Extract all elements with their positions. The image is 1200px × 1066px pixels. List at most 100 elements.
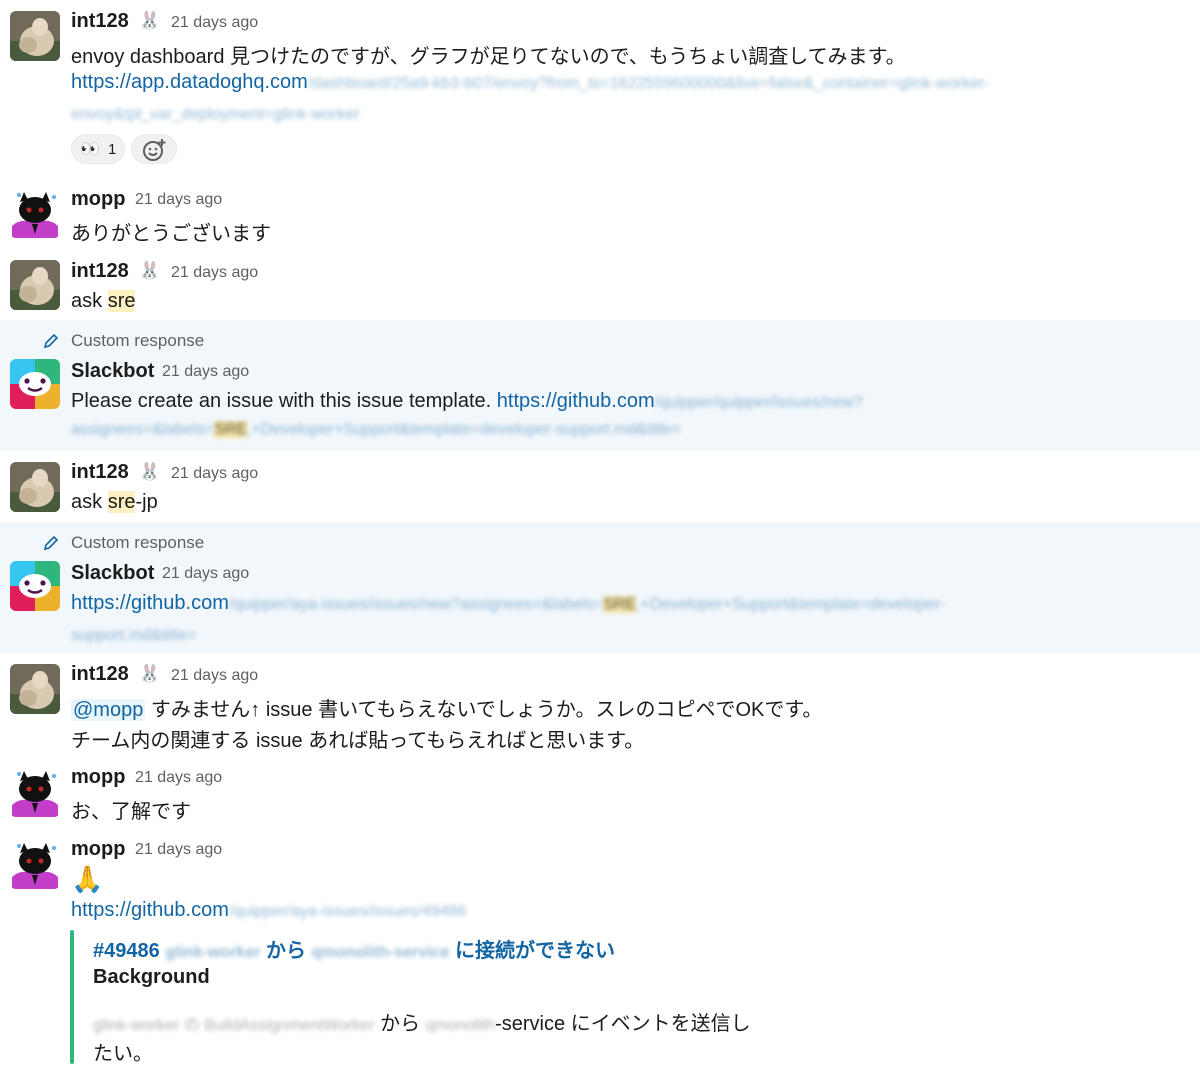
unfurl-body-line2: たい。: [93, 1043, 153, 1065]
timestamp[interactable]: 21 days ago: [171, 667, 258, 685]
message-link-cont[interactable]: envoy&tpl_var_deployment=glink-worker: [71, 102, 360, 125]
custom-response-label: Custom response: [71, 533, 205, 552]
author-name[interactable]: int128: [71, 10, 129, 33]
message-link-cont[interactable]: support.md&title=: [71, 623, 196, 646]
text-line1: すみません↑ issue 書いてもらえないでしょうか。スレのコピペでOKです。: [145, 699, 823, 721]
timestamp[interactable]: 21 days ago: [162, 565, 249, 583]
message-text: envoy dashboard 見つけたのですが、グラフが足りてないので、もうち…: [71, 46, 906, 68]
message-mopp-3: mopp 21 days ago 🙏 https://github.com/qu…: [0, 829, 1200, 1065]
avatar-mopp[interactable]: [10, 188, 60, 238]
message-slackbot-1: Custom response Slackbot 21 days ago Ple…: [0, 320, 1200, 451]
pencil-icon: [43, 333, 59, 349]
eyes-icon: 👀: [80, 141, 100, 158]
message-text: ありがとうございます: [71, 223, 271, 245]
body-blurred-1: glink-worker の BuildAssignmentWorker: [93, 1017, 375, 1034]
message-mopp-1: mopp 21 days ago ありがとうございます: [0, 180, 1200, 250]
author-name[interactable]: mopp: [71, 188, 125, 211]
body-mid: から: [374, 1013, 426, 1035]
message-link[interactable]: https://app.datadoghq.com/dashboard/25a9…: [71, 71, 990, 94]
author-name[interactable]: int128: [71, 461, 129, 484]
message-text: @mopp すみません↑ issue 書いてもらえないでしょうか。スレのコピペで…: [71, 693, 822, 722]
add-reaction-button[interactable]: [131, 134, 177, 164]
keyword-highlight: SRE: [214, 421, 248, 438]
message-text: お、了解です: [71, 801, 191, 823]
message-link[interactable]: https://github.com/quipper/aya-issues/is…: [71, 592, 945, 615]
link-blurred-b[interactable]: ,+Developer+Support&template=developer-: [636, 596, 945, 613]
title-blurred-2[interactable]: qmonolith-service: [312, 944, 450, 961]
author-name[interactable]: int128: [71, 663, 129, 686]
title-blurred-1[interactable]: glink-worker: [165, 944, 260, 961]
timestamp[interactable]: 21 days ago: [162, 363, 249, 381]
link-blurred[interactable]: /quipper/quipper/issues/new?: [655, 394, 863, 411]
timestamp[interactable]: 21 days ago: [171, 264, 258, 282]
unfurl-title[interactable]: #49486 glink-worker から qmonolith-service…: [93, 934, 615, 963]
link-blurred-2[interactable]: support.md&title=: [71, 627, 196, 644]
avatar-slackbot[interactable]: [10, 359, 60, 409]
link-blurred[interactable]: /dashboard/25a9-kb3-b07/envoy?from_ts=16…: [308, 75, 990, 92]
author-name[interactable]: int128: [71, 260, 129, 283]
link-blurred[interactable]: /quipper/aya-issues/issues/new?assignees…: [229, 596, 603, 613]
message-int128-3: int128 🐰 21 days ago ask sre-jp: [0, 451, 1200, 521]
message-link[interactable]: https://github.com/quipper/aya-issues/is…: [71, 899, 466, 922]
author-name[interactable]: Slackbot: [71, 360, 154, 383]
avatar-slackbot[interactable]: [10, 561, 60, 611]
avatar-mopp[interactable]: [10, 839, 60, 889]
unfurl-accent-bar: [70, 930, 74, 1064]
text-suffix: -jp: [135, 491, 158, 513]
text: Please create an issue with this issue t…: [71, 390, 497, 412]
user-mention[interactable]: @mopp: [71, 699, 146, 721]
author-name[interactable]: mopp: [71, 766, 125, 789]
message-text-line2: チーム内の関連する issue あれば貼ってもらえればと思います。: [71, 730, 645, 752]
link-visible[interactable]: https://github.com: [71, 592, 229, 614]
timestamp[interactable]: 21 days ago: [135, 841, 222, 859]
title-end[interactable]: に接続ができない: [455, 940, 615, 962]
link-blurred[interactable]: /quipper/aya-issues/issues/49486: [229, 903, 466, 920]
text-prefix: ask: [71, 290, 108, 312]
message-slackbot-2: Custom response Slackbot 21 days ago htt…: [0, 522, 1200, 653]
timestamp[interactable]: 21 days ago: [135, 191, 222, 209]
reaction-eyes[interactable]: 👀 1: [71, 134, 125, 164]
message-int128-4: int128 🐰 21 days ago @mopp すみません↑ issue …: [0, 653, 1200, 757]
body-end: -service にイベントを送信し: [495, 1013, 751, 1035]
text-prefix: ask: [71, 491, 108, 513]
link-visible[interactable]: https://github.com: [71, 899, 229, 921]
link-blurred-2a[interactable]: assignees=&labels=: [71, 421, 214, 438]
avatar-int128[interactable]: [10, 462, 60, 512]
unfurl-body: glink-worker の BuildAssignmentWorker から …: [93, 1007, 751, 1036]
message-int128-1: int128 🐰 21 days ago envoy dashboard 見つけ…: [0, 0, 1200, 180]
link-blurred-2[interactable]: envoy&tpl_var_deployment=glink-worker: [71, 106, 360, 123]
author-name[interactable]: Slackbot: [71, 562, 154, 585]
rabbit-emoji-icon: 🐰: [139, 261, 161, 280]
timestamp[interactable]: 21 days ago: [171, 465, 258, 483]
pencil-icon: [43, 535, 59, 551]
add-emoji-icon: [143, 139, 166, 161]
title-mid[interactable]: から: [266, 940, 306, 962]
link-visible[interactable]: https://app.datadoghq.com: [71, 71, 308, 93]
timestamp[interactable]: 21 days ago: [171, 14, 258, 32]
pray-emoji-icon: 🙏: [71, 864, 104, 894]
issue-number[interactable]: #49486: [93, 940, 160, 962]
message-int128-2: int128 🐰 21 days ago ask sre: [0, 250, 1200, 320]
link-blurred-2b[interactable]: ,+Developer+Support&template=developer-s…: [247, 421, 681, 438]
body-blurred-2: qmonolith: [425, 1017, 496, 1034]
author-name[interactable]: mopp: [71, 838, 125, 861]
message-mopp-2: mopp 21 days ago お、了解です: [0, 757, 1200, 829]
keyword-highlight: SRE: [603, 596, 637, 613]
rabbit-emoji-icon: 🐰: [139, 664, 161, 683]
keyword-highlight: sre: [107, 491, 136, 513]
message-link-cont[interactable]: assignees=&labels=SRE,+Developer+Support…: [71, 421, 681, 439]
reaction-count: 1: [108, 141, 117, 158]
avatar-int128[interactable]: [10, 664, 60, 714]
avatar-mopp[interactable]: [10, 767, 60, 817]
rabbit-emoji-icon: 🐰: [139, 462, 161, 481]
message-text: ask sre-jp: [71, 491, 158, 514]
keyword-highlight: sre: [107, 290, 136, 312]
timestamp[interactable]: 21 days ago: [135, 769, 222, 787]
custom-response-label: Custom response: [71, 331, 205, 350]
message-text: Please create an issue with this issue t…: [71, 390, 863, 413]
unfurl-heading: Background: [93, 966, 210, 988]
link-visible[interactable]: https://github.com: [497, 390, 655, 412]
avatar-int128[interactable]: [10, 260, 60, 310]
message-text: ask sre: [71, 290, 136, 313]
avatar-int128[interactable]: [10, 11, 60, 61]
